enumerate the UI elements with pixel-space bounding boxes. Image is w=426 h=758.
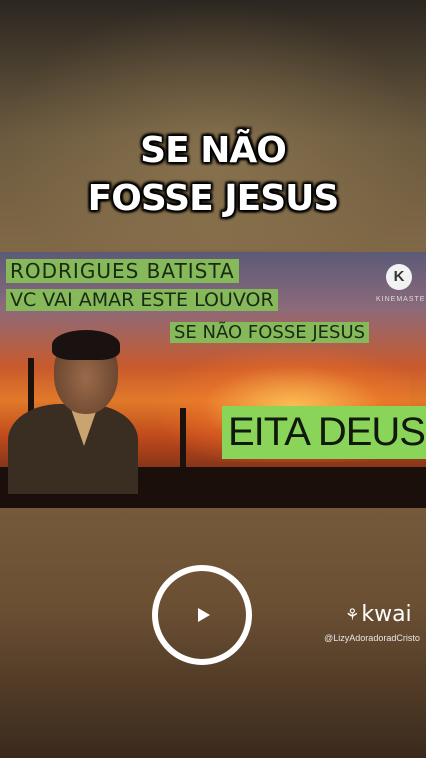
video-thumbnail[interactable]: RODRIGUES BATISTA VC VAI AMAR ESTE LOUVO… xyxy=(0,252,426,508)
kinemaster-text: KINEMASTER xyxy=(376,296,426,303)
kwai-brand-text: kwai xyxy=(361,602,412,627)
song-label: SE NÃO FOSSE JESUS xyxy=(170,322,370,343)
play-button[interactable] xyxy=(152,565,252,665)
kinemaster-icon: K xyxy=(386,264,412,290)
exclaim-label: EITA DEUS xyxy=(222,406,426,459)
kinemaster-watermark: K KINEMASTER xyxy=(376,264,426,303)
kwai-logo: ⚘ kwai xyxy=(345,602,412,627)
user-handle: @LizyAdoradoradCristo xyxy=(324,633,420,643)
headline-line1: SE NÃO xyxy=(140,130,287,171)
kwai-logo-icon: ⚘ xyxy=(345,605,360,624)
subtitle-label: VC VAI AMAR ESTE LOUVOR xyxy=(6,289,278,311)
artist-label: RODRIGUES BATISTA xyxy=(6,259,239,283)
headline-line2: FOSSE JESUS xyxy=(87,178,340,219)
singer-portrait xyxy=(8,330,138,494)
play-icon xyxy=(198,608,210,622)
